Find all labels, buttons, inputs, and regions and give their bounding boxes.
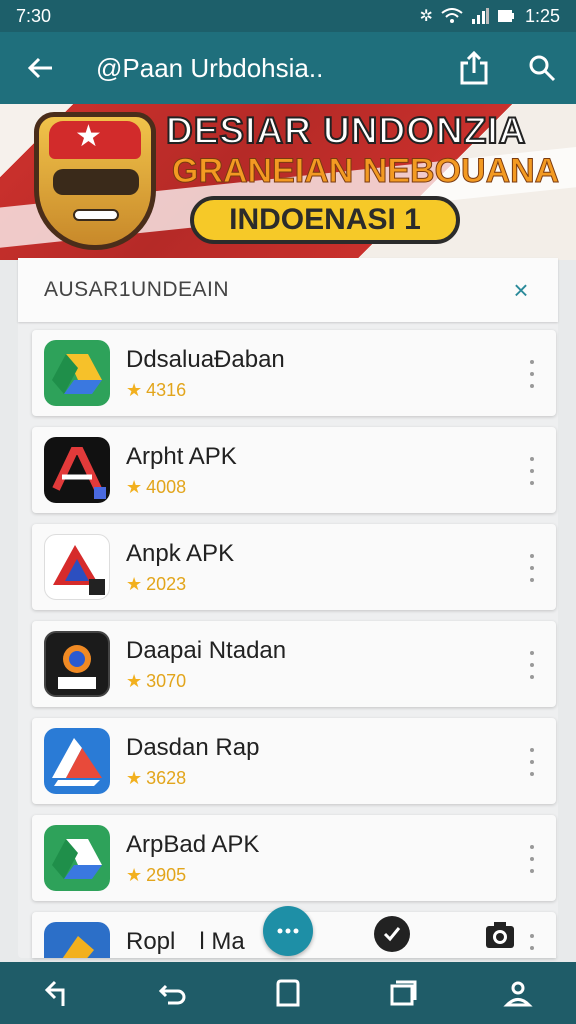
list-item[interactable]: ArpBad APK ★ 2905 xyxy=(32,815,556,901)
more-horiz-icon xyxy=(277,928,299,934)
app-rating: ★ 3070 xyxy=(126,671,186,692)
rating-value: 2023 xyxy=(146,574,187,594)
apk-red-icon xyxy=(44,534,110,600)
share-button[interactable] xyxy=(440,32,508,104)
app-name: DdsaluaĐaban xyxy=(126,346,285,373)
apk-dark-icon xyxy=(44,631,110,697)
navigation-bar xyxy=(0,962,576,1024)
search-icon xyxy=(529,55,556,82)
bug-icon: ✲ xyxy=(419,8,433,25)
rating-value: 4316 xyxy=(146,380,187,400)
battery-icon xyxy=(497,10,514,22)
app-rating: ★ 4316 xyxy=(126,380,186,401)
blue-app-icon xyxy=(44,922,110,958)
app-bar: @Paan Urbdohsia.. xyxy=(0,32,576,104)
close-icon[interactable]: × xyxy=(506,275,536,306)
status-right: ✲ 1:25 xyxy=(420,6,560,27)
user-icon xyxy=(503,981,533,1007)
more-vert-icon[interactable] xyxy=(522,647,542,683)
status-time: 7:30 xyxy=(16,5,52,26)
rating-value: 2905 xyxy=(146,865,187,885)
screenshot-button[interactable] xyxy=(484,920,516,950)
list-item[interactable]: Daapai Ntadan ★ 3070 xyxy=(32,621,556,707)
panel-title: AUSAR1UNDEAIN xyxy=(44,278,230,301)
banner-subheadline: GRANEIAN NEBOUANA xyxy=(171,152,560,191)
list-item[interactable]: Arpht APK ★ 4008 xyxy=(32,427,556,513)
return-icon xyxy=(44,980,65,1006)
page-title: @Paan Urbdohsia.. xyxy=(96,52,324,83)
app-name: Ropl l Ma xyxy=(126,928,245,955)
star-icon: ★ xyxy=(126,671,143,691)
app-name: Anpk APK xyxy=(126,540,235,567)
list-item[interactable]: Anpk APK ★ 2023 xyxy=(32,524,556,610)
star-icon: ★ xyxy=(126,865,143,885)
status-clock: 1:25 xyxy=(524,5,560,26)
star-icon: ★ xyxy=(126,574,143,594)
share-icon xyxy=(460,51,488,85)
nav-home-button[interactable] xyxy=(258,963,318,1023)
signal-icon xyxy=(471,8,489,24)
check-icon xyxy=(383,927,401,942)
more-vert-icon[interactable] xyxy=(522,453,542,489)
back-button[interactable] xyxy=(0,32,80,104)
list-item[interactable]: Dasdan Rap ★ 3628 xyxy=(32,718,556,804)
search-button[interactable] xyxy=(508,32,576,104)
recents-icon xyxy=(390,980,417,1006)
nav-recents-button[interactable] xyxy=(373,963,433,1023)
nav-profile-button[interactable] xyxy=(488,963,548,1023)
banner-pill: INDOENASI 1 xyxy=(190,196,460,244)
star-icon: ★ xyxy=(126,477,143,497)
app-rating: ★ 2905 xyxy=(126,865,186,886)
status-bar: 7:30 ✲ 1:25 xyxy=(0,0,576,32)
drive-green-icon xyxy=(44,825,110,891)
more-vert-icon[interactable] xyxy=(522,744,542,780)
app-rating: ★ 2023 xyxy=(126,574,186,595)
home-icon xyxy=(276,979,300,1007)
app-rating: ★ 4008 xyxy=(126,477,186,498)
camera-icon xyxy=(486,922,514,948)
banner-headline: DESIAR UNDONZIA xyxy=(165,109,527,152)
more-vert-icon[interactable] xyxy=(522,550,542,586)
rating-value: 4008 xyxy=(146,477,187,497)
rating-value: 3070 xyxy=(146,671,187,691)
arrow-back-icon xyxy=(27,57,52,79)
undo-icon xyxy=(158,984,186,1005)
app-name: Arpht APK xyxy=(126,443,237,470)
app-name: Dasdan Rap xyxy=(126,734,260,761)
mascot-shield-logo: ★ xyxy=(34,112,156,250)
app-rating: ★ 3628 xyxy=(126,768,186,789)
glasses-shape xyxy=(53,169,139,195)
apk-black-icon xyxy=(44,437,110,503)
more-vert-icon[interactable] xyxy=(522,841,542,877)
check-button[interactable] xyxy=(374,916,410,952)
rating-value: 3628 xyxy=(146,768,187,788)
star-icon: ★ xyxy=(126,768,143,788)
star-icon: ★ xyxy=(126,380,143,400)
panel-header: AUSAR1UNDEAIN × xyxy=(18,258,558,322)
drive-blue-icon xyxy=(44,728,110,794)
app-name: Daapai Ntadan xyxy=(126,637,287,664)
list-item[interactable]: DdsaluaĐaban ★ 4316 xyxy=(32,330,556,416)
more-actions-fab[interactable] xyxy=(263,906,313,956)
mouth-shape xyxy=(73,209,119,221)
status-icons: ✲ xyxy=(420,6,515,26)
drive-green-icon xyxy=(44,340,110,406)
star-icon: ★ xyxy=(75,120,102,153)
app-name: ArpBad APK xyxy=(126,831,260,858)
nav-back-button[interactable] xyxy=(28,963,88,1023)
promo-banner[interactable]: ★ DESIAR UNDONZIA GRANEIAN NEBOUANA INDO… xyxy=(0,104,576,260)
more-vert-icon[interactable] xyxy=(522,930,542,958)
more-vert-icon[interactable] xyxy=(522,356,542,392)
wifi-icon xyxy=(441,8,463,23)
nav-undo-button[interactable] xyxy=(143,963,203,1023)
app-list-panel: AUSAR1UNDEAIN × DdsaluaĐaban ★ 4316 Arpht… xyxy=(18,258,558,958)
